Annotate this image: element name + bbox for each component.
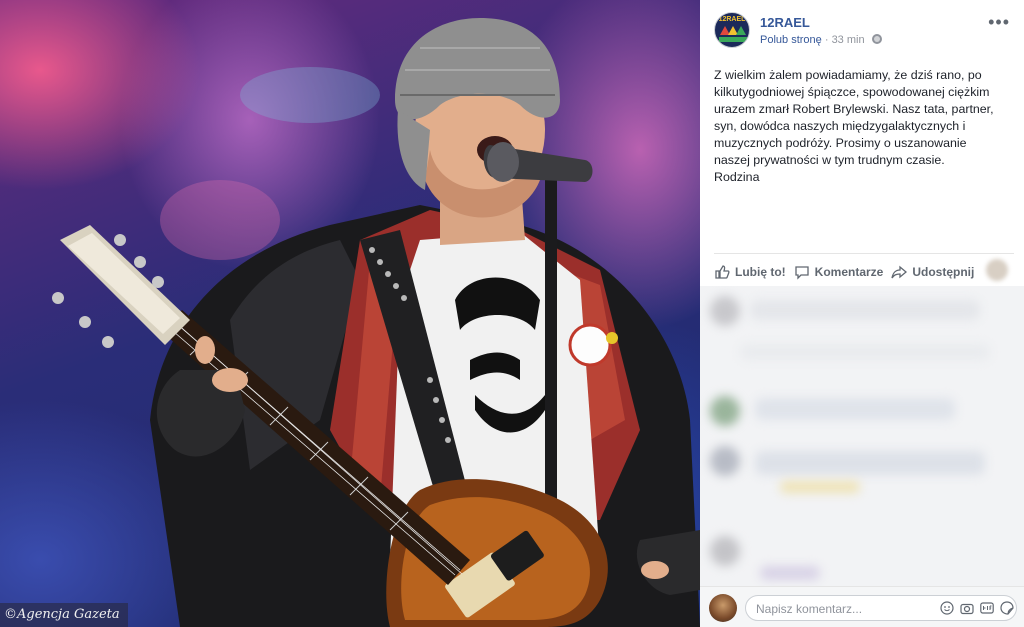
- emoji-icon[interactable]: [940, 601, 954, 615]
- post-text-line: kilkutygodniowej śpiączce, spowodowanej …: [714, 85, 990, 99]
- post-text-line: Rodzina: [714, 170, 760, 184]
- page-avatar[interactable]: 12RAEL: [714, 12, 750, 48]
- composer-icons: [934, 601, 1014, 615]
- meta-separator: ·: [824, 34, 829, 46]
- musician-illustration: [52, 18, 700, 627]
- post-photo[interactable]: ©Agencja Gazeta: [0, 0, 700, 627]
- user-avatar[interactable]: [709, 594, 737, 622]
- thumbs-up-icon: [715, 265, 730, 279]
- viewer-avatar[interactable]: [986, 259, 1008, 281]
- sticker-icon[interactable]: [1000, 601, 1014, 615]
- post-text: Z wielkim żalem powiadamiamy, że dziś ra…: [714, 67, 1014, 186]
- gif-icon[interactable]: [980, 601, 994, 615]
- comment-composer: Napisz komentarz...: [700, 586, 1024, 627]
- post-timestamp[interactable]: 33 min: [832, 34, 865, 46]
- post-text-line: syn, dowódca naszych międzygalaktycznych…: [714, 119, 966, 133]
- post-text-line: urazem zmarł Robert Brylewski. Nasz tata…: [714, 102, 994, 116]
- more-options-button[interactable]: •••: [988, 12, 1010, 33]
- blurred-comments: [700, 286, 1024, 586]
- photo-watermark: ©Agencja Gazeta: [0, 603, 128, 627]
- comment-label: Komentarze: [814, 265, 884, 279]
- like-page-link[interactable]: Polub stronę: [760, 34, 822, 46]
- comment-button[interactable]: Komentarze: [794, 264, 884, 280]
- share-button[interactable]: Udostępnij: [891, 264, 974, 280]
- share-icon: [891, 265, 908, 279]
- camera-icon[interactable]: [960, 601, 974, 615]
- page-avatar-text: 12RAEL: [718, 16, 746, 23]
- comment-icon: [795, 266, 809, 280]
- page-name-link[interactable]: 12RAEL: [760, 15, 810, 30]
- like-label: Lubię to!: [735, 265, 786, 279]
- actions-divider: [714, 253, 1014, 254]
- globe-icon: [871, 34, 882, 44]
- post-text-line: Z wielkim żalem powiadamiamy, że dziś ra…: [714, 68, 982, 82]
- like-button[interactable]: Lubię to!: [714, 264, 786, 280]
- post-meta: Polub stronę · 33 min: [760, 34, 882, 46]
- post-actions: Lubię to! Komentarze Udostępnij: [714, 262, 1010, 282]
- post-text-line: naszej prywatności w tym trudnym czasie.: [714, 153, 945, 167]
- share-label: Udostępnij: [912, 265, 975, 279]
- post-text-line: muzycznych podróży. Prosimy o uszanowani…: [714, 136, 967, 150]
